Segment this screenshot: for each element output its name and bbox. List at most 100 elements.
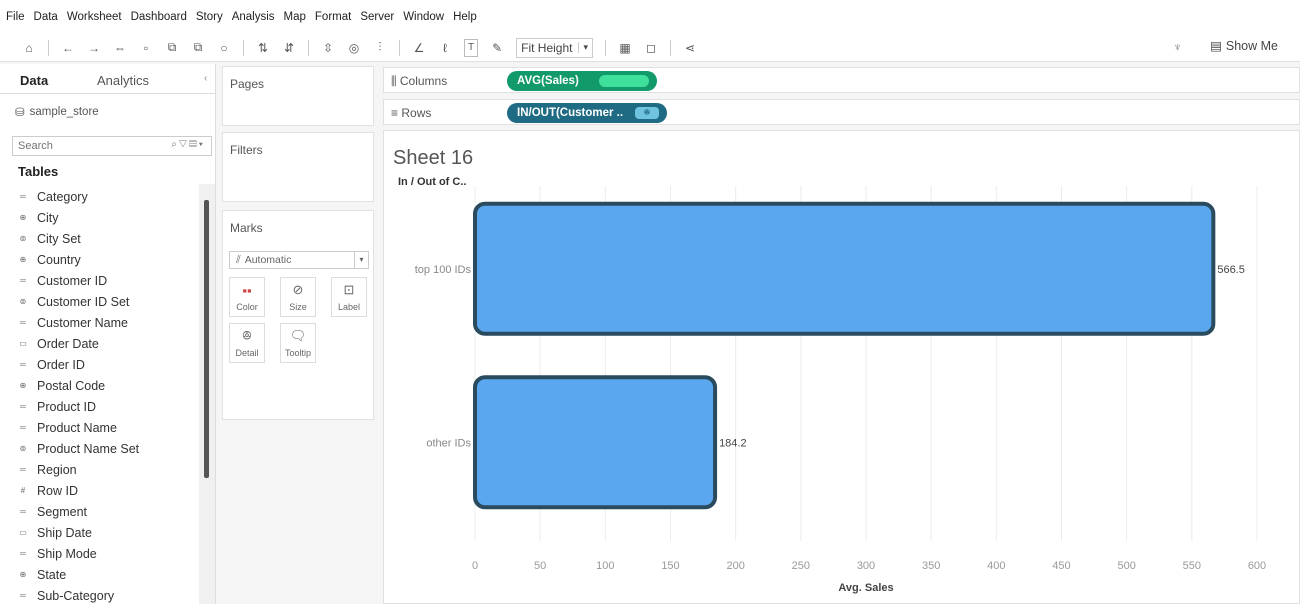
field-name: Sub-Category: [37, 588, 115, 603]
undo-icon[interactable]: ←: [61, 38, 75, 58]
menu-item-server[interactable]: Server: [360, 11, 394, 23]
size-label: Size: [289, 302, 307, 312]
label-button[interactable]: ⊡ Label: [331, 277, 367, 317]
avg-sales-pill[interactable]: AVG(Sales): [507, 71, 657, 91]
field-name: Product Name: [37, 420, 117, 435]
field-item[interactable]: ⊕ City: [17, 207, 202, 228]
field-item[interactable]: # Row ID: [17, 480, 202, 501]
field-item[interactable]: ═ Sub-Category: [17, 585, 202, 604]
presentation-icon[interactable]: ✎: [490, 38, 504, 58]
home-icon[interactable]: ⌂: [22, 38, 36, 58]
field-item[interactable]: ⊕ State: [17, 564, 202, 585]
sort-ascending-icon[interactable]: ⇵: [282, 38, 296, 58]
totals-icon[interactable]: T: [464, 38, 479, 57]
field-name: Order ID: [37, 357, 85, 372]
field-item[interactable]: ═ Product ID: [17, 396, 202, 417]
field-item[interactable]: ⊕ Country: [17, 249, 202, 270]
color-button[interactable]: ▪▪ Color: [229, 277, 265, 317]
sort-descending-icon[interactable]: ⇳: [321, 38, 335, 58]
field-item[interactable]: ═ Customer ID: [17, 270, 202, 291]
field-item[interactable]: ═ Order ID: [17, 354, 202, 375]
clear-icon[interactable]: ○: [217, 38, 231, 58]
field-name: Product Name Set: [37, 441, 140, 456]
save-icon[interactable]: ▫: [139, 38, 153, 58]
columns-shelf[interactable]: ⫼ Columns AVG(Sales): [383, 67, 1300, 93]
abc-icon: ═: [20, 402, 26, 411]
menu-item-analysis[interactable]: Analysis: [232, 11, 275, 23]
menu-item-map[interactable]: Map: [284, 11, 306, 23]
field-item[interactable]: ═ Ship Mode: [17, 543, 202, 564]
x-tick-label: 200: [726, 560, 744, 572]
tooltip-icon[interactable]: ◻: [644, 38, 658, 58]
scrollbar-thumb[interactable]: [204, 200, 209, 478]
field-item[interactable]: ⊚ Customer ID Set: [17, 291, 202, 312]
mark-type-select[interactable]: ⫽ Automatic ▾: [229, 251, 369, 269]
filters-card[interactable]: Filters: [222, 132, 374, 202]
group-icon[interactable]: ⫶: [373, 38, 387, 58]
abc-icon: ═: [20, 318, 26, 327]
tableau-window: File Data Worksheet Dashboard Story Analysis M…: [0, 0, 1300, 604]
pin-icon[interactable]: ℓ: [438, 38, 452, 58]
datasource[interactable]: ⛁ sample_store: [15, 105, 99, 119]
pin-tooltip-icon[interactable]: ♆: [1173, 40, 1182, 54]
marks-title: Marks: [230, 221, 263, 235]
menu-item-data[interactable]: Data: [34, 11, 58, 23]
detail-button[interactable]: ꔮ Detail: [229, 323, 265, 363]
rows-icon: ≡: [391, 106, 399, 120]
field-item[interactable]: ⊕ Postal Code: [17, 375, 202, 396]
fit-select[interactable]: Fit Height ▾: [516, 37, 593, 58]
search-filter-icons[interactable]: ⌕▽▤▾: [171, 139, 205, 150]
search-input[interactable]: [13, 137, 143, 155]
x-tick-label: 100: [596, 560, 614, 572]
field-name: Customer ID: [37, 273, 108, 288]
pane-tabs: Data Analytics ‹: [0, 64, 216, 94]
rows-label: ≡ Rows: [391, 106, 431, 120]
menu-item-worksheet[interactable]: Worksheet: [67, 11, 122, 23]
label-icon[interactable]: ∠: [412, 38, 426, 58]
menu-item-dashboard[interactable]: Dashboard: [131, 11, 187, 23]
field-item[interactable]: ═ Segment: [17, 501, 202, 522]
fit-select-value: Fit Height: [521, 40, 573, 55]
share-icon[interactable]: ⋖: [683, 38, 697, 58]
collapse-left-icon[interactable]: ‹: [204, 73, 207, 84]
menu-item-help[interactable]: Help: [453, 11, 477, 23]
in-out-customer-pill[interactable]: IN/OUT(Customer .. ꔮ: [507, 103, 667, 123]
swap-icon[interactable]: ⇅: [256, 38, 270, 58]
label-text-icon: ⊡: [343, 282, 355, 297]
field-item[interactable]: ═ Category: [17, 186, 202, 207]
menu-item-format[interactable]: Format: [315, 11, 351, 23]
field-item[interactable]: ▭ Ship Date: [17, 522, 202, 543]
highlight-icon[interactable]: ◎: [347, 38, 361, 58]
chart-icon[interactable]: ▦: [618, 38, 632, 58]
field-item[interactable]: ▭ Order Date: [17, 333, 202, 354]
menu-item-story[interactable]: Story: [196, 11, 223, 23]
bar[interactable]: [473, 201, 1216, 336]
field-item[interactable]: ═ Product Name: [17, 417, 202, 438]
calendar-icon: ▭: [19, 528, 27, 537]
new-datasource-icon[interactable]: ⇔: [113, 38, 127, 58]
toolbar-separator: [308, 39, 309, 56]
category-label: other IDs: [426, 437, 471, 449]
menu-item-file[interactable]: File: [6, 11, 25, 23]
abc-icon: ═: [20, 549, 26, 558]
set-icon: ⊚: [19, 444, 27, 453]
chevron-down-icon: ▾: [354, 252, 368, 268]
tab-data[interactable]: Data: [20, 73, 48, 88]
size-button[interactable]: ⊘ Size: [280, 277, 316, 317]
menu-item-window[interactable]: Window: [403, 11, 444, 23]
new-sheet-icon[interactable]: ⧉: [165, 38, 179, 58]
tab-analytics[interactable]: Analytics: [97, 73, 149, 88]
field-item[interactable]: ⊚ City Set: [17, 228, 202, 249]
field-item[interactable]: ═ Customer Name: [17, 312, 202, 333]
field-item[interactable]: ═ Region: [17, 459, 202, 480]
field-name: Row ID: [37, 483, 78, 498]
x-tick-label: 50: [534, 560, 546, 572]
duplicate-icon[interactable]: ⧉: [191, 38, 205, 58]
show-me-button[interactable]: ▤ Show Me: [1210, 38, 1278, 54]
bar[interactable]: [473, 375, 718, 510]
field-item[interactable]: ⊚ Product Name Set: [17, 438, 202, 459]
tooltip-button[interactable]: 🗨 Tooltip: [280, 323, 316, 363]
rows-shelf[interactable]: ≡ Rows IN/OUT(Customer .. ꔮ: [383, 99, 1300, 125]
redo-icon[interactable]: →: [87, 38, 101, 58]
pages-card[interactable]: Pages: [222, 66, 374, 126]
